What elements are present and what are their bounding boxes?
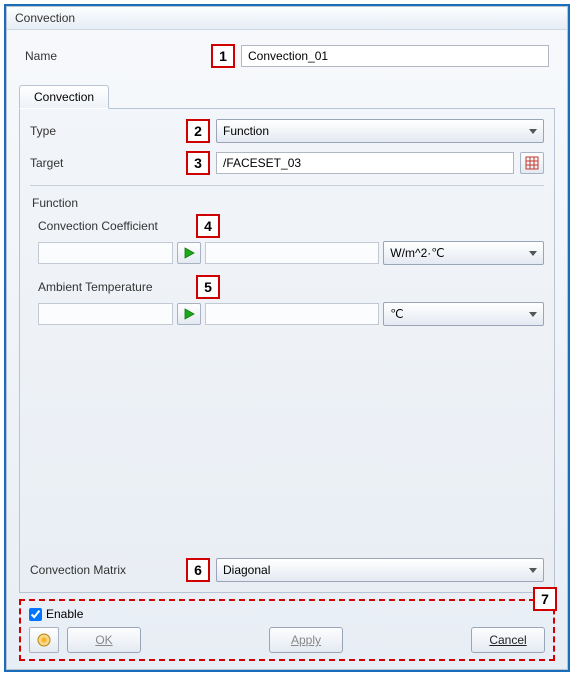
cancel-button[interactable]: Cancel (471, 627, 545, 653)
bottom-bar: 7 Enable OK Apply Cancel (19, 599, 555, 661)
coeff-unit-value: W/m^2·℃ (390, 246, 444, 260)
enable-label: Enable (46, 607, 83, 621)
coeff-function-button[interactable] (177, 242, 201, 264)
coeff-unit-select[interactable]: W/m^2·℃ (383, 241, 544, 265)
name-label: Name (25, 49, 205, 63)
target-label: Target (30, 156, 180, 170)
name-input[interactable] (241, 45, 549, 67)
window-title: Convection (7, 7, 567, 30)
ambient-function-button[interactable] (177, 303, 201, 325)
callout-7: 7 (533, 587, 557, 611)
matrix-select[interactable]: Diagonal (216, 558, 544, 582)
enable-checkbox[interactable] (29, 608, 42, 621)
type-select[interactable]: Function (216, 119, 544, 143)
apply-label: Apply (291, 633, 321, 647)
ok-label: OK (95, 633, 112, 647)
coeff-input[interactable] (38, 242, 173, 264)
cancel-label: Cancel (489, 633, 526, 647)
matrix-value: Diagonal (223, 563, 270, 577)
tab-strip: Convection (19, 84, 555, 109)
callout-4: 4 (196, 214, 220, 238)
grid-icon (525, 156, 539, 170)
type-label: Type (30, 124, 180, 138)
target-picker-button[interactable] (520, 152, 544, 174)
play-icon (183, 308, 195, 320)
type-value: Function (223, 124, 269, 138)
target-input[interactable] (216, 152, 514, 174)
hint-icon (36, 632, 52, 648)
ambient-unit-select[interactable]: ℃ (383, 302, 544, 326)
ambient-unit-value: ℃ (390, 307, 403, 321)
ambient-label: Ambient Temperature (30, 280, 190, 294)
help-button[interactable] (29, 627, 59, 653)
tab-panel: Type 2 Function Target 3 (19, 109, 555, 593)
coeff-value-input[interactable] (205, 242, 380, 264)
dialog-convection: Convection Name 1 Convection Type 2 Func… (6, 6, 568, 670)
function-group-label: Function (32, 196, 544, 210)
ambient-input[interactable] (38, 303, 173, 325)
play-icon (183, 247, 195, 259)
coeff-label: Convection Coefficient (30, 219, 190, 233)
callout-1: 1 (211, 44, 235, 68)
matrix-label: Convection Matrix (30, 563, 180, 577)
callout-3: 3 (186, 151, 210, 175)
ok-button[interactable]: OK (67, 627, 141, 653)
ambient-value-input[interactable] (205, 303, 380, 325)
callout-2: 2 (186, 119, 210, 143)
callout-6: 6 (186, 558, 210, 582)
callout-5: 5 (196, 275, 220, 299)
apply-button[interactable]: Apply (269, 627, 343, 653)
tab-convection[interactable]: Convection (19, 85, 109, 109)
